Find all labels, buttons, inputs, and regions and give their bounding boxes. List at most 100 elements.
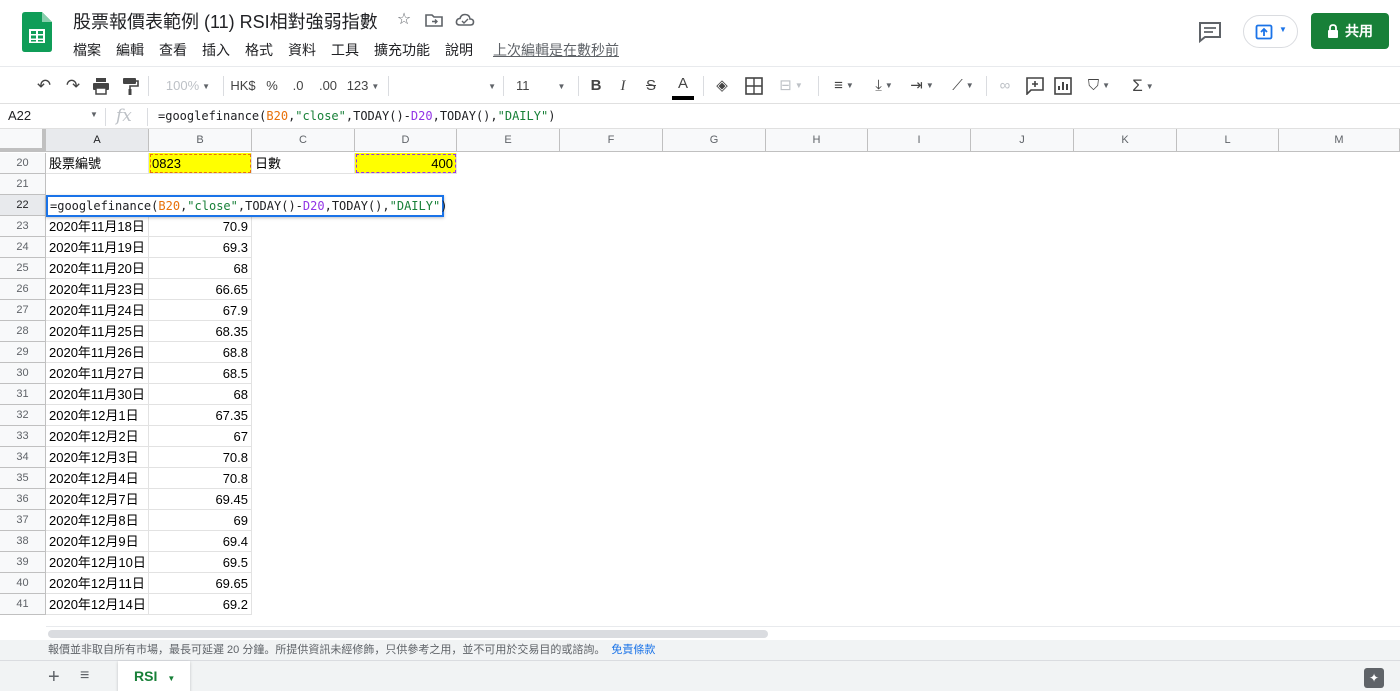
row-header[interactable]: 38 <box>0 531 46 552</box>
horizontal-align-icon[interactable]: ≡ ▼ <box>828 74 860 98</box>
add-sheet-icon[interactable]: + <box>48 666 60 689</box>
insert-chart-icon[interactable] <box>1054 77 1072 95</box>
cell-date[interactable]: 2020年11月23日 <box>46 279 149 300</box>
cell-close[interactable]: 69.5 <box>149 552 252 573</box>
cell-close[interactable]: 69 <box>149 510 252 531</box>
row-header[interactable]: 40 <box>0 573 46 594</box>
column-header-a[interactable]: A <box>46 129 149 152</box>
cell-date[interactable]: 2020年12月10日 <box>46 552 149 573</box>
filter-icon[interactable]: ⛉ ▼ <box>1082 74 1116 98</box>
cell-date[interactable]: 2020年11月25日 <box>46 321 149 342</box>
cell-b20[interactable]: 0823 <box>149 153 252 174</box>
column-header-l[interactable]: L <box>1177 129 1279 152</box>
cell-close[interactable]: 68 <box>149 384 252 405</box>
insert-link-icon[interactable]: ∞ <box>995 74 1015 98</box>
text-color-button[interactable]: A <box>672 74 694 100</box>
cell-date[interactable]: 2020年11月27日 <box>46 363 149 384</box>
row-header[interactable]: 27 <box>0 300 46 321</box>
explore-icon[interactable]: ✦ <box>1364 668 1384 688</box>
formula-input[interactable]: =googlefinance(B20,"close",TODAY()-D20,T… <box>158 109 555 123</box>
column-header-k[interactable]: K <box>1074 129 1177 152</box>
terms-link[interactable]: 免責條款 <box>611 644 655 656</box>
cell-close[interactable]: 67.35 <box>149 405 252 426</box>
cell-close[interactable]: 70.8 <box>149 468 252 489</box>
cell-close[interactable]: 70.8 <box>149 447 252 468</box>
row-header[interactable]: 25 <box>0 258 46 279</box>
menu-file[interactable]: 檔案 <box>73 40 101 60</box>
font-size-select[interactable]: 11 ▼ <box>516 74 571 98</box>
row-header[interactable]: 29 <box>0 342 46 363</box>
redo-icon[interactable]: ↷ <box>62 74 84 98</box>
last-edit-link[interactable]: 上次編輯是在數秒前 <box>493 40 619 60</box>
more-formats-button[interactable]: 123 ▼ <box>345 74 381 98</box>
menu-format[interactable]: 格式 <box>245 40 273 60</box>
sheet-tab-rsi[interactable]: RSI ▼ <box>118 661 190 691</box>
cell-date[interactable]: 2020年12月9日 <box>46 531 149 552</box>
print-icon[interactable] <box>91 76 111 96</box>
row-header[interactable]: 41 <box>0 594 46 615</box>
row-header[interactable]: 32 <box>0 405 46 426</box>
row-header[interactable]: 30 <box>0 363 46 384</box>
row-header[interactable]: 37 <box>0 510 46 531</box>
share-button[interactable]: 共用 <box>1311 13 1389 49</box>
cell-date[interactable]: 2020年11月26日 <box>46 342 149 363</box>
cloud-status-icon[interactable] <box>455 10 475 30</box>
functions-icon[interactable]: Σ ▼ <box>1126 74 1160 98</box>
comment-history-icon[interactable] <box>1197 20 1223 44</box>
chevron-down-icon[interactable]: ▼ <box>90 110 98 119</box>
row-header[interactable]: 26 <box>0 279 46 300</box>
font-family-select[interactable]: ▼ <box>396 74 496 98</box>
undo-icon[interactable]: ↶ <box>33 74 55 98</box>
cell-date[interactable]: 2020年11月19日 <box>46 237 149 258</box>
bold-button[interactable]: B <box>588 74 604 98</box>
cell-d20[interactable]: 400 <box>355 153 457 174</box>
menu-insert[interactable]: 插入 <box>202 40 230 60</box>
row-header[interactable]: 20 <box>0 153 46 174</box>
cell-close[interactable]: 70.9 <box>149 216 252 237</box>
row-header[interactable]: 28 <box>0 321 46 342</box>
column-header-e[interactable]: E <box>457 129 560 152</box>
scrollbar-thumb[interactable] <box>48 630 768 638</box>
zoom-select[interactable]: 100% ▼ <box>160 74 216 98</box>
currency-format-button[interactable]: HK$ <box>229 74 257 98</box>
present-button[interactable]: ▼ <box>1243 15 1298 48</box>
document-title[interactable]: 股票報價表範例 (11) RSI相對強弱指數 <box>73 8 378 34</box>
cell-date[interactable]: 2020年11月24日 <box>46 300 149 321</box>
column-header-h[interactable]: H <box>766 129 868 152</box>
cell-editor-a22[interactable]: =googlefinance(B20,"close",TODAY()-D20,T… <box>46 195 447 217</box>
column-header-g[interactable]: G <box>663 129 766 152</box>
insert-comment-icon[interactable] <box>1026 77 1044 95</box>
cell-close[interactable]: 69.2 <box>149 594 252 615</box>
merge-cells-icon[interactable]: ⊟ ▼ <box>773 74 809 98</box>
column-header-m[interactable]: M <box>1279 129 1400 152</box>
cell-date[interactable]: 2020年12月8日 <box>46 510 149 531</box>
row-header[interactable]: 24 <box>0 237 46 258</box>
strikethrough-button[interactable]: S <box>643 74 659 98</box>
column-header-b[interactable]: B <box>149 129 252 152</box>
column-header-j[interactable]: J <box>971 129 1074 152</box>
cell-close[interactable]: 69.45 <box>149 489 252 510</box>
cell-date[interactable]: 2020年11月18日 <box>46 216 149 237</box>
spreadsheet-grid[interactable]: A B C D E F G H I J K L M 20 股票編號 0823 日… <box>0 129 1400 626</box>
cell-date[interactable]: 2020年12月7日 <box>46 489 149 510</box>
sheets-logo-icon[interactable] <box>22 12 52 52</box>
increase-decimal-button[interactable]: .00 <box>316 74 340 98</box>
text-wrap-icon[interactable]: ⇥ ▼ <box>906 74 938 98</box>
row-header[interactable]: 34 <box>0 447 46 468</box>
row-header[interactable]: 35 <box>0 468 46 489</box>
cell-a20[interactable]: 股票編號 <box>46 153 149 174</box>
folder-move-icon[interactable] <box>424 10 444 30</box>
column-header-f[interactable]: F <box>560 129 663 152</box>
cell-close[interactable]: 69.3 <box>149 237 252 258</box>
decrease-decimal-button[interactable]: .0 <box>289 74 307 98</box>
cell-close[interactable]: 69.4 <box>149 531 252 552</box>
cell-close[interactable]: 69.65 <box>149 573 252 594</box>
row-header[interactable]: 36 <box>0 489 46 510</box>
menu-extensions[interactable]: 擴充功能 <box>374 40 430 60</box>
fill-color-icon[interactable]: ◈ <box>713 74 731 98</box>
cell-close[interactable]: 68.8 <box>149 342 252 363</box>
horizontal-scrollbar[interactable] <box>46 626 1400 640</box>
row-header[interactable]: 23 <box>0 216 46 237</box>
paint-format-icon[interactable] <box>121 76 139 96</box>
row-header[interactable]: 39 <box>0 552 46 573</box>
